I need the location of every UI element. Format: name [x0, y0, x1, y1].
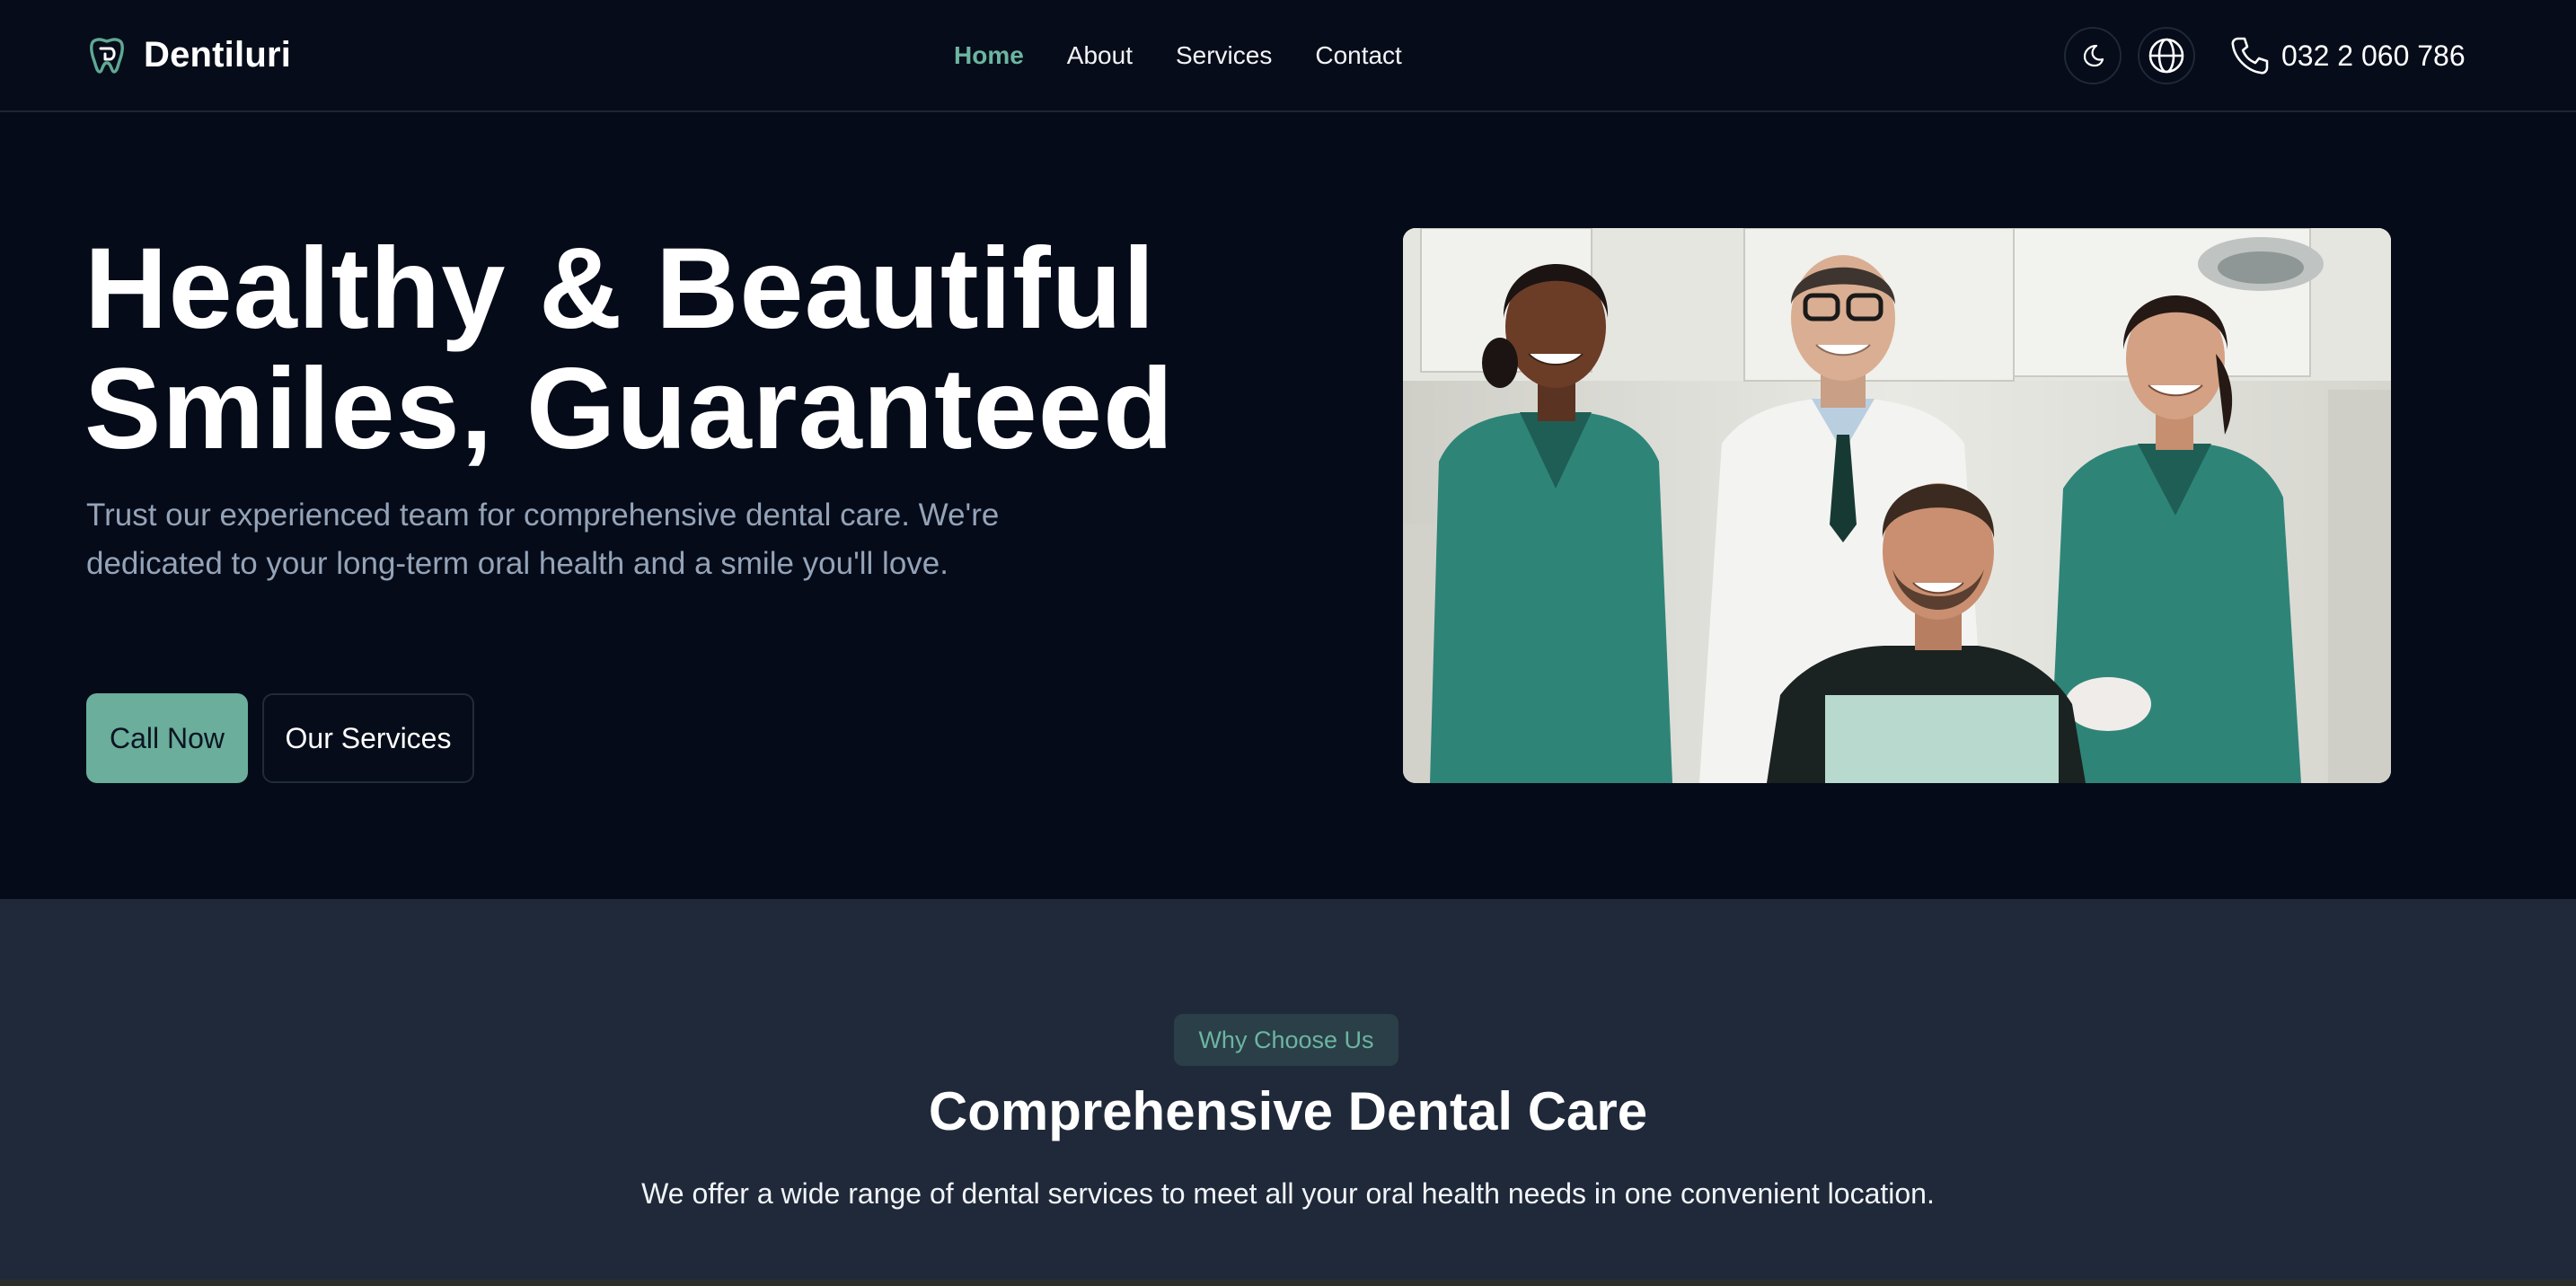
- why-choose-us-badge: Why Choose Us: [1174, 1014, 1398, 1066]
- why-choose-us-section: Why Choose Us Comprehensive Dental Care …: [0, 899, 2576, 1280]
- site-header: Dentiluri Home About Services Contact 03…: [0, 0, 2576, 112]
- globe-icon: [2148, 38, 2184, 74]
- nav-services[interactable]: Services: [1176, 41, 1272, 70]
- phone-link[interactable]: 032 2 060 786: [2229, 31, 2466, 81]
- main-nav: Home About Services Contact: [954, 36, 1402, 75]
- language-button[interactable]: [2138, 27, 2195, 84]
- theme-toggle-button[interactable]: [2064, 27, 2122, 84]
- hero-title: Healthy & Beautiful Smiles, Guaranteed: [84, 229, 1252, 470]
- brand-name: Dentiluri: [144, 34, 292, 75]
- nav-about[interactable]: About: [1067, 41, 1133, 70]
- hero-section: Healthy & Beautiful Smiles, Guaranteed T…: [0, 114, 2576, 899]
- brand[interactable]: Dentiluri: [86, 32, 291, 77]
- hero-title-line2: Smiles, Guaranteed: [84, 345, 1175, 473]
- our-services-button[interactable]: Our Services: [262, 693, 474, 783]
- call-now-button[interactable]: Call Now: [86, 693, 248, 783]
- dental-team-photo: [1403, 228, 2391, 783]
- nav-home[interactable]: Home: [954, 41, 1024, 70]
- moon-icon: [2083, 44, 2104, 67]
- hero-subtitle: Trust our experienced team for comprehen…: [86, 498, 1000, 581]
- nav-contact[interactable]: Contact: [1315, 41, 1402, 70]
- next-section-edge: [0, 1280, 2576, 1286]
- section-title: Comprehensive Dental Care: [928, 1081, 1648, 1141]
- dental-team-illustration: [1403, 228, 2391, 783]
- tooth-logo-icon: [90, 38, 124, 74]
- section-subtitle: We offer a wide range of dental services…: [641, 1177, 1935, 1210]
- hero-title-line1: Healthy & Beautiful: [84, 225, 1156, 353]
- phone-icon: [2231, 37, 2269, 75]
- phone-number: 032 2 060 786: [2281, 39, 2466, 72]
